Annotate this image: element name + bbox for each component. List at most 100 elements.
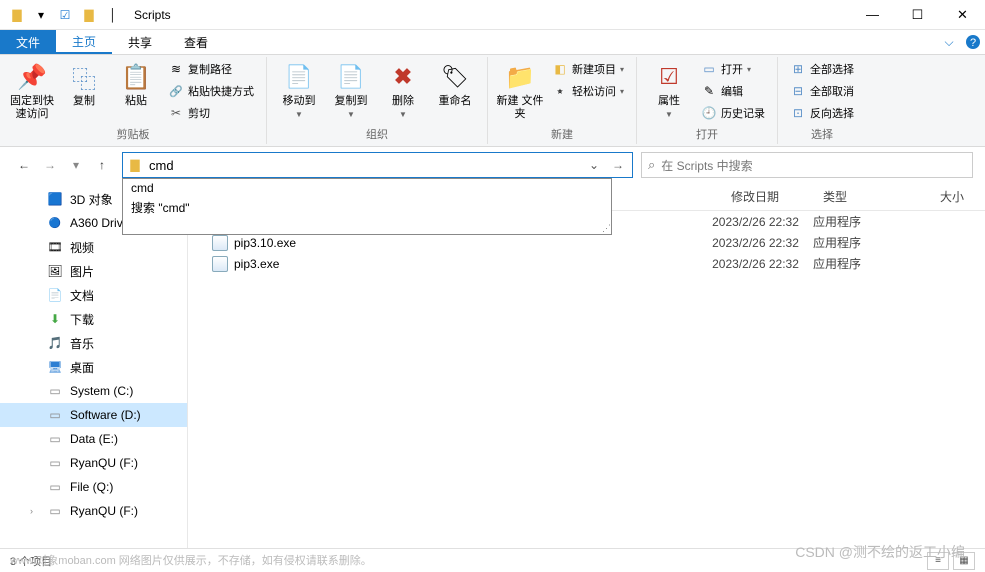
sidebar-item[interactable]: 图片 [0, 259, 187, 283]
copy-path-button[interactable]: 复制路径 [164, 59, 258, 79]
sidebar-item-icon [46, 358, 64, 376]
invert-selection-button[interactable]: 反向选择 [786, 103, 858, 123]
file-row[interactable]: pip3.exe2023/2/26 22:32应用程序 [188, 253, 985, 274]
minimize-button[interactable]: — [850, 0, 895, 30]
group-open-label: 打开 [645, 124, 769, 144]
select-none-button[interactable]: 全部取消 [786, 81, 858, 101]
sidebar-item-label: 3D 对象 [70, 191, 113, 208]
new-folder-button[interactable]: 新建 文件夹 [496, 57, 544, 121]
sidebar-item[interactable]: RyanQU (F:) [0, 451, 187, 475]
search-box[interactable]: ⌕ 在 Scripts 中搜索 [641, 152, 973, 178]
tab-file[interactable]: 文件 [0, 30, 56, 54]
sidebar-item-icon [46, 262, 64, 280]
group-new: 新建 文件夹 新建项目 ▾ 轻松访问 ▾ 新建 [488, 57, 637, 144]
suggestion-resize-grip[interactable]: ⋰ [598, 221, 612, 235]
tab-home[interactable]: 主页 [56, 30, 112, 54]
open-button[interactable]: 打开 ▾ [697, 59, 769, 79]
sidebar-item-icon [46, 286, 64, 304]
group-clipboard-label: 剪贴板 [8, 124, 258, 144]
qat-properties-icon[interactable]: ☑ [54, 4, 76, 26]
sidebar-item[interactable]: 桌面 [0, 355, 187, 379]
address-input[interactable] [145, 158, 582, 173]
maximize-button[interactable]: ☐ [895, 0, 940, 30]
file-list-pane[interactable]: 名称 修改日期 类型 大小 pip.exe2023/2/26 22:32应用程序… [188, 183, 985, 548]
sidebar-item[interactable]: 音乐 [0, 331, 187, 355]
recent-locations-button[interactable]: ▾ [64, 153, 88, 177]
navigation-bar: ← → ▾ ↑ ▇ ⌄ → cmd 搜索 "cmd" ⋰ ⌕ 在 Scripts… [0, 147, 985, 183]
column-size[interactable]: 大小 [903, 183, 985, 210]
column-type[interactable]: 类型 [813, 183, 903, 210]
history-button[interactable]: 历史记录 [697, 103, 769, 123]
file-date: 2023/2/26 22:32 [698, 236, 813, 250]
help-button[interactable]: ? [961, 30, 985, 54]
sidebar-item[interactable]: File (Q:) [0, 475, 187, 499]
copy-button[interactable]: 复制 [60, 57, 108, 108]
sidebar-item[interactable]: System (C:) [0, 379, 187, 403]
sidebar-item[interactable]: Data (E:) [0, 427, 187, 451]
qat-overflow-icon[interactable]: │ [102, 4, 124, 26]
tab-view[interactable]: 查看 [168, 30, 224, 54]
properties-button[interactable]: 属性▼ [645, 57, 693, 119]
group-clipboard: 固定到快 速访问 复制 粘贴 复制路径 粘贴快捷方式 剪切 剪贴板 [0, 57, 267, 144]
tab-share[interactable]: 共享 [112, 30, 168, 54]
column-date[interactable]: 修改日期 [698, 183, 813, 210]
sidebar-item[interactable]: Software (D:) [0, 403, 187, 427]
file-row[interactable]: pip3.10.exe2023/2/26 22:32应用程序 [188, 232, 985, 253]
sidebar-item-label: 文档 [70, 287, 94, 304]
group-organize: 移动到▼ 复制到▼ 删除▼ 重命名 组织 [267, 57, 488, 144]
svg-text:?: ? [970, 37, 976, 49]
paste-shortcut-button[interactable]: 粘贴快捷方式 [164, 81, 258, 101]
sidebar-item-label: 图片 [70, 263, 94, 280]
sidebar-item-icon [46, 310, 64, 328]
group-select-label: 选择 [786, 124, 858, 144]
file-date: 2023/2/26 22:32 [698, 215, 813, 229]
delete-button[interactable]: 删除▼ [379, 57, 427, 119]
rename-button[interactable]: 重命名 [431, 57, 479, 108]
window-title: Scripts [130, 8, 171, 22]
search-placeholder: 在 Scripts 中搜索 [661, 157, 752, 174]
sidebar-item[interactable]: ›RyanQU (F:) [0, 499, 187, 523]
copy-to-button[interactable]: 复制到▼ [327, 57, 375, 119]
easy-access-button[interactable]: 轻松访问 ▾ [548, 81, 628, 101]
sidebar-item-icon [46, 430, 64, 448]
sidebar-item-icon [46, 214, 64, 232]
sidebar-item[interactable]: 视频 [0, 235, 187, 259]
refresh-button[interactable]: → [606, 153, 630, 177]
paste-button[interactable]: 粘贴 [112, 57, 160, 108]
app-folder-icon: ▇ [6, 4, 28, 26]
forward-button[interactable]: → [38, 153, 62, 177]
sidebar-item-icon [46, 454, 64, 472]
sidebar-item[interactable]: 文档 [0, 283, 187, 307]
collapse-ribbon-button[interactable]: ⌵ [937, 30, 961, 54]
move-to-button[interactable]: 移动到▼ [275, 57, 323, 119]
sidebar-item-label: File (Q:) [70, 480, 113, 494]
suggestion-option[interactable]: cmd [123, 179, 611, 197]
select-all-button[interactable]: 全部选择 [786, 59, 858, 79]
address-bar[interactable]: ▇ ⌄ → cmd 搜索 "cmd" ⋰ [122, 152, 633, 178]
file-type: 应用程序 [813, 234, 903, 251]
ribbon: 固定到快 速访问 复制 粘贴 复制路径 粘贴快捷方式 剪切 剪贴板 移动到▼ 复… [0, 55, 985, 147]
back-button[interactable]: ← [12, 153, 36, 177]
close-button[interactable]: ✕ [940, 0, 985, 30]
qat-dropdown-icon[interactable]: ▾ [30, 4, 52, 26]
sidebar-item-label: RyanQU (F:) [70, 456, 138, 470]
sidebar-item-label: 桌面 [70, 359, 94, 376]
edit-button[interactable]: 编辑 [697, 81, 769, 101]
sidebar-item-icon [46, 502, 64, 520]
sidebar-item-label: System (C:) [70, 384, 133, 398]
cut-button[interactable]: 剪切 [164, 103, 258, 123]
address-dropdown-button[interactable]: ⌄ [582, 153, 606, 177]
sidebar-item-label: A360 Drive [70, 216, 129, 230]
sidebar-item-label: 下载 [70, 311, 94, 328]
address-suggestions: cmd 搜索 "cmd" ⋰ [122, 178, 612, 235]
sidebar-item[interactable]: 下载 [0, 307, 187, 331]
navigation-pane[interactable]: 3D 对象 A360 Drive 视频图片文档下载音乐桌面 System (C:) So… [0, 183, 188, 548]
title-bar: ▇ ▾ ☑ ▇ │ Scripts — ☐ ✕ [0, 0, 985, 30]
qat-folder-icon[interactable]: ▇ [78, 4, 100, 26]
sidebar-item-label: Data (E:) [70, 432, 118, 446]
suggestion-option[interactable]: 搜索 "cmd" [123, 197, 611, 218]
watermark-left: www.对象moban.com 网络图片仅供展示，不存储，如有侵权请联系删除。 [10, 552, 372, 568]
new-item-button[interactable]: 新建项目 ▾ [548, 59, 628, 79]
pin-to-quick-access-button[interactable]: 固定到快 速访问 [8, 57, 56, 121]
up-button[interactable]: ↑ [90, 153, 114, 177]
